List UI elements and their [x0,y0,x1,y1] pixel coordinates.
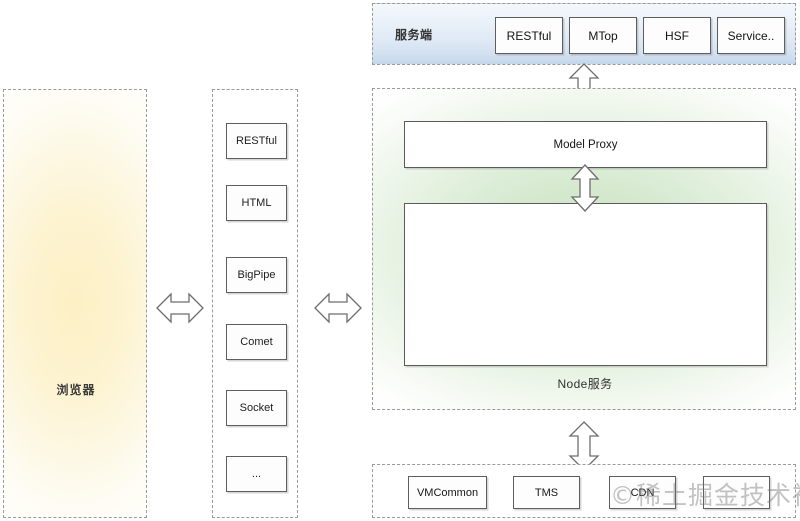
browser-to-protocol-arrow [155,288,205,328]
browser-label: 浏览器 [56,383,96,397]
server-panel-label: 服务端 [395,28,433,42]
infra-item-2[interactable]: CDN [609,476,676,509]
server-item-3[interactable]: Service.. [717,17,785,54]
server-panel: 服务端 RESTful MTop HSF Service.. [372,3,796,65]
infra-panel: VMCommon TMS CDN [372,464,796,518]
diagram-canvas: 浏览器 RESTful HTML BigPipe Comet Socket ..… [0,0,800,521]
infra-item-1[interactable]: TMS [513,476,580,509]
protocol-list: RESTful HTML BigPipe Comet Socket ... [213,90,299,519]
infra-item-0[interactable]: VMCommon [408,476,487,509]
protocol-item-5[interactable]: ... [226,456,287,492]
infra-item-3[interactable] [703,476,770,509]
server-item-2[interactable]: HSF [643,17,711,54]
protocol-item-0[interactable]: RESTful [226,123,287,159]
protocol-item-1[interactable]: HTML [226,185,287,221]
server-item-0[interactable]: RESTful [495,17,563,54]
protocol-item-4[interactable]: Socket [226,390,287,426]
model-proxy-box[interactable]: Model Proxy [404,121,767,168]
protocol-panel: RESTful HTML BigPipe Comet Socket ... [212,89,298,518]
node-inner-box[interactable] [404,203,767,366]
protocol-item-3[interactable]: Comet [226,324,287,360]
node-service-panel: Model Proxy Node服务 [372,88,796,410]
node-service-label: Node服务 [557,377,613,391]
protocol-to-node-arrow [313,288,363,328]
server-item-1[interactable]: MTop [569,17,637,54]
browser-panel: 浏览器 [3,89,147,518]
protocol-item-2[interactable]: BigPipe [226,257,287,293]
modelproxy-to-node-inner-arrow [566,163,604,213]
